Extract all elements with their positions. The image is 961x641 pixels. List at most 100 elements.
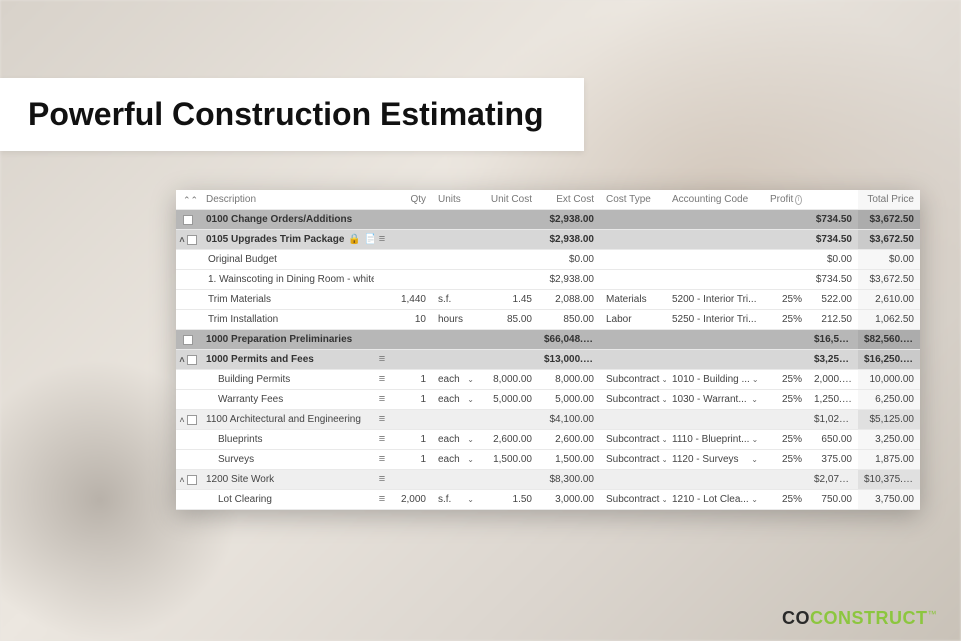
- profit-amount-cell: 375.00: [808, 450, 858, 469]
- qty-cell[interactable]: 1: [390, 390, 432, 409]
- profit-cell[interactable]: 25%: [764, 310, 808, 329]
- unit-cost-cell[interactable]: 2,600.00: [480, 430, 538, 449]
- unit-cost-cell[interactable]: 85.00: [480, 310, 538, 329]
- table-row: 1. Wainscoting in Dining Room - white Co…: [176, 270, 920, 290]
- units-cell[interactable]: each⌄: [432, 430, 480, 449]
- description-text: 1000 Permits and Fees: [206, 354, 314, 365]
- row-menu-icon[interactable]: ≡: [379, 494, 385, 505]
- profit-cell[interactable]: 25%: [764, 490, 808, 509]
- accounting-code-cell: [666, 256, 764, 264]
- row-menu-icon[interactable]: ≡: [379, 414, 385, 425]
- total-price-cell: 6,250.00: [858, 390, 920, 409]
- profit-cell[interactable]: 25%: [764, 390, 808, 409]
- description-text: 1200 Site Work: [206, 474, 274, 485]
- accounting-code-cell[interactable]: 1010 - Building ...⌄: [666, 370, 764, 389]
- chevron-down-icon: ⌄: [467, 395, 474, 404]
- row-menu-icon[interactable]: ≡: [379, 454, 385, 465]
- qty-cell[interactable]: 1,440: [390, 290, 432, 309]
- row-menu-icon[interactable]: ≡: [379, 394, 385, 405]
- qty-cell[interactable]: 2,000: [390, 490, 432, 509]
- qty-cell: [390, 356, 432, 364]
- row-menu-icon[interactable]: ≡: [379, 434, 385, 445]
- accounting-code-cell[interactable]: 1210 - Lot Clea...⌄: [666, 490, 764, 509]
- cost-type-cell[interactable]: Subcontract⌄: [600, 390, 666, 409]
- unit-cost-cell: [480, 236, 538, 244]
- qty-cell: [390, 216, 432, 224]
- unit-cost-cell[interactable]: 8,000.00: [480, 370, 538, 389]
- chevron-up-icon[interactable]: ˄: [179, 355, 184, 365]
- accounting-code-cell[interactable]: 1110 - Blueprint...⌄: [666, 430, 764, 449]
- unit-cost-cell[interactable]: 5,000.00: [480, 390, 538, 409]
- ext-cost-cell: 8,000.00: [538, 370, 600, 389]
- ext-cost-cell: $2,938.00: [538, 210, 600, 229]
- chevron-down-icon: ⌄: [467, 435, 474, 444]
- qty-cell[interactable]: 1: [390, 450, 432, 469]
- lock-icon[interactable]: 🔒: [348, 234, 360, 245]
- chevron-down-icon: ⌄: [751, 435, 758, 444]
- row-checkbox[interactable]: [183, 335, 193, 345]
- double-chevron-up-icon: ⌃⌃: [183, 195, 193, 205]
- ext-cost-cell: 2,088.00: [538, 290, 600, 309]
- row-checkbox[interactable]: [183, 215, 193, 225]
- row-checkbox[interactable]: [187, 415, 197, 425]
- qty-cell[interactable]: 1: [390, 370, 432, 389]
- unit-cost-cell: [480, 336, 538, 344]
- cost-type-cell: [600, 276, 666, 284]
- chevron-down-icon: ⌄: [751, 455, 758, 464]
- cost-type-cell: Materials: [600, 290, 666, 309]
- row-menu-icon[interactable]: ≡: [379, 354, 385, 365]
- profit-cell[interactable]: 25%: [764, 370, 808, 389]
- units-cell: [432, 336, 480, 344]
- chevron-up-icon[interactable]: ˄: [179, 415, 184, 425]
- ext-cost-cell: $4,100.00: [538, 410, 600, 429]
- accounting-code-cell: [666, 416, 764, 424]
- chevron-up-icon[interactable]: ˄: [179, 475, 184, 485]
- collapse-all-toggle[interactable]: ⌃⌃: [176, 191, 200, 209]
- units-cell[interactable]: each⌄: [432, 390, 480, 409]
- cost-type-cell: [600, 476, 666, 484]
- table-row: Lot Clearing≡2,000s.f.⌄1.503,000.00Subco…: [176, 490, 920, 510]
- profit-cell[interactable]: 25%: [764, 430, 808, 449]
- col-description: Description: [200, 190, 374, 209]
- unit-cost-cell[interactable]: 1.50: [480, 490, 538, 509]
- table-row: ˄1200 Site Work≡$8,300.00$2,075.00$10,37…: [176, 470, 920, 490]
- ext-cost-cell: $0.00: [538, 250, 600, 269]
- page-icon[interactable]: 📄: [365, 234, 374, 245]
- chevron-down-icon: ⌄: [751, 495, 758, 504]
- units-cell[interactable]: s.f.⌄: [432, 490, 480, 509]
- qty-cell[interactable]: 10: [390, 310, 432, 329]
- row-checkbox[interactable]: [187, 235, 197, 245]
- chevron-down-icon: ⌄: [751, 395, 758, 404]
- cost-type-cell[interactable]: Subcontract⌄: [600, 370, 666, 389]
- units-cell: [432, 216, 480, 224]
- ext-cost-cell: $66,048.00: [538, 330, 600, 349]
- units-cell[interactable]: each⌄: [432, 450, 480, 469]
- chevron-up-icon[interactable]: ˄: [179, 235, 184, 245]
- description-text: Blueprints: [218, 434, 262, 445]
- unit-cost-cell[interactable]: 1.45: [480, 290, 538, 309]
- total-price-cell: $0.00: [858, 250, 920, 269]
- cost-type-cell[interactable]: Subcontract⌄: [600, 490, 666, 509]
- col-profit: Profiti: [764, 190, 808, 209]
- row-menu-icon[interactable]: ≡: [379, 474, 385, 485]
- row-menu-icon[interactable]: ≡: [379, 234, 385, 245]
- row-checkbox[interactable]: [187, 355, 197, 365]
- accounting-code-cell[interactable]: 1030 - Warrant...⌄: [666, 390, 764, 409]
- profit-cell[interactable]: 25%: [764, 450, 808, 469]
- row-checkbox[interactable]: [187, 475, 197, 485]
- table-row: Original Budget$0.00$0.00$0.00: [176, 250, 920, 270]
- row-menu-icon[interactable]: ≡: [379, 374, 385, 385]
- table-row: Surveys≡1each⌄1,500.001,500.00Subcontrac…: [176, 450, 920, 470]
- qty-cell[interactable]: 1: [390, 430, 432, 449]
- cost-type-cell[interactable]: Subcontract⌄: [600, 430, 666, 449]
- accounting-code-cell[interactable]: 1120 - Surveys⌄: [666, 450, 764, 469]
- unit-cost-cell[interactable]: 1,500.00: [480, 450, 538, 469]
- table-header-row: ⌃⌃ Description Qty Units Unit Cost Ext C…: [176, 190, 920, 210]
- info-icon[interactable]: i: [795, 195, 802, 205]
- units-cell[interactable]: each⌄: [432, 370, 480, 389]
- description-text: Building Permits: [218, 374, 290, 385]
- profit-cell: [764, 236, 808, 244]
- cost-type-cell[interactable]: Subcontract⌄: [600, 450, 666, 469]
- profit-cell[interactable]: 25%: [764, 290, 808, 309]
- total-price-cell: $82,560.00: [858, 330, 920, 349]
